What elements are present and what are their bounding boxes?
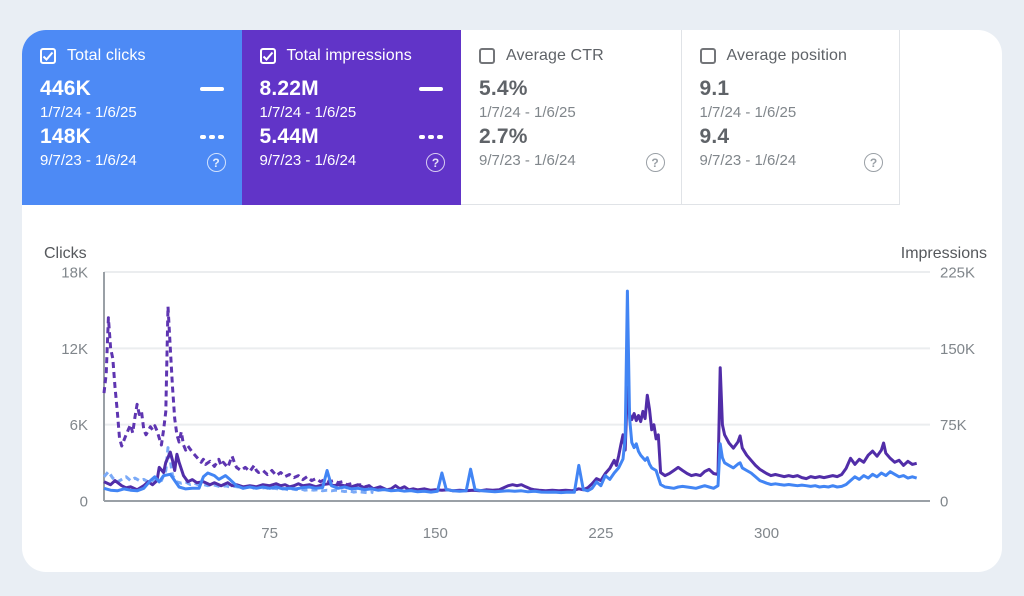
line-chart-canvas[interactable]: Clicks Impressions 18K 12K 6K 0 225K 150K 75K 0 75… <box>22 205 1002 572</box>
previous-value: 148K <box>40 125 92 148</box>
current-value: 446K <box>40 77 92 100</box>
left-axis-tick-label: 6K <box>70 417 88 434</box>
performance-chart[interactable]: Clicks Impressions 18K 12K 6K 0 225K 150K 75K 0 75… <box>22 205 1002 572</box>
left-axis-tick-label: 18K <box>61 265 88 282</box>
right-axis-title: Impressions <box>901 245 987 262</box>
previous-date-range: 9/7/23 - 1/6/24 <box>259 152 357 169</box>
current-date-range: 1/7/24 - 1/6/25 <box>479 104 576 121</box>
metric-card-label: Total clicks <box>67 47 146 64</box>
performance-panel: Total clicks 446K 1/7/24 - 1/6/25 148K 9… <box>22 30 1002 572</box>
left-axis-tick-label: 0 <box>80 494 88 511</box>
help-icon[interactable]: ? <box>426 153 445 172</box>
series-clicks-current-line <box>103 289 918 495</box>
series-impressions-current-line <box>103 366 918 493</box>
current-value: 9.1 <box>699 77 730 100</box>
previous-date-range: 9/7/23 - 1/6/24 <box>699 152 797 169</box>
current-value: 8.22M <box>259 77 319 100</box>
x-axis-tick-label: 300 <box>754 525 779 542</box>
previous-date-range: 9/7/23 - 1/6/24 <box>479 152 576 169</box>
help-icon[interactable]: ? <box>864 153 883 172</box>
previous-value: 9.4 <box>699 125 730 148</box>
metric-card-total-impressions[interactable]: Total impressions 8.22M 1/7/24 - 1/6/25 … <box>241 30 461 205</box>
right-axis-tick-label: 75K <box>940 417 967 434</box>
checkbox-checked-icon[interactable] <box>40 48 56 64</box>
metric-card-average-position[interactable]: Average position 9.1 1/7/24 - 1/6/25 9.4… <box>680 30 900 205</box>
x-axis-tick-label: 75 <box>261 525 278 542</box>
metric-card-label: Average position <box>726 47 847 64</box>
x-axis-tick-label: 150 <box>423 525 448 542</box>
solid-line-indicator-icon <box>419 87 443 91</box>
help-icon[interactable]: ? <box>645 153 665 172</box>
solid-line-indicator-icon <box>199 87 224 91</box>
previous-value: 5.44M <box>259 125 319 148</box>
right-axis-tick-label: 225K <box>940 265 975 282</box>
left-axis-title: Clicks <box>44 245 87 262</box>
metric-card-label: Total impressions <box>286 47 412 64</box>
right-axis-tick-label: 150K <box>940 341 975 358</box>
dashed-line-indicator-icon <box>199 135 224 139</box>
previous-date-range: 9/7/23 - 1/6/24 <box>40 152 137 169</box>
metric-card-label: Average CTR <box>506 47 604 64</box>
current-date-range: 1/7/24 - 1/6/25 <box>40 104 137 121</box>
checkbox-unchecked-icon[interactable] <box>699 48 716 64</box>
left-axis-tick-label: 12K <box>61 341 88 358</box>
current-date-range: 1/7/24 - 1/6/25 <box>699 104 797 121</box>
metric-card-total-clicks[interactable]: Total clicks 446K 1/7/24 - 1/6/25 148K 9… <box>22 30 242 205</box>
current-date-range: 1/7/24 - 1/6/25 <box>259 104 357 121</box>
current-value: 5.4% <box>479 77 528 100</box>
previous-value: 2.7% <box>479 125 528 148</box>
metric-cards-row: Total clicks 446K 1/7/24 - 1/6/25 148K 9… <box>22 30 900 205</box>
x-axis-tick-label: 225 <box>588 525 613 542</box>
help-icon[interactable]: ? <box>206 153 226 172</box>
metric-card-average-ctr[interactable]: Average CTR 5.4% 1/7/24 - 1/6/25 2.7% 9/… <box>461 30 681 205</box>
checkbox-checked-icon[interactable] <box>259 48 276 64</box>
right-axis-tick-label: 0 <box>940 494 948 511</box>
dashed-line-indicator-icon <box>419 135 443 139</box>
checkbox-unchecked-icon[interactable] <box>479 48 495 64</box>
series-impressions-previous-line <box>102 305 375 490</box>
